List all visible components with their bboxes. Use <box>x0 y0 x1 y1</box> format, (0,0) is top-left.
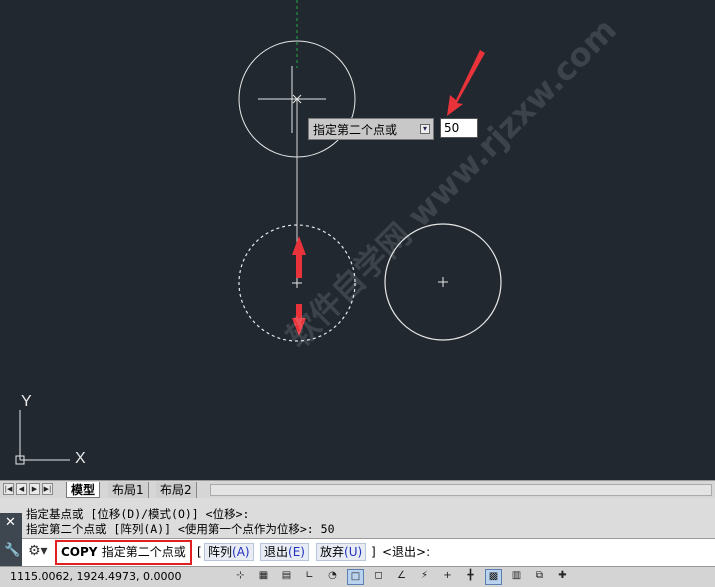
am-toggle[interactable]: ✚ <box>554 569 571 585</box>
dynamic-input-label: 指定第二个点或 <box>313 123 398 137</box>
qp-toggle[interactable]: ▥ <box>508 569 525 585</box>
command-prompt: 指定第二个点或 <box>101 545 186 559</box>
drawing-canvas[interactable]: Y X 软件自学网 www.rjzxw.com 指定第二个点或 ▾ 50 <box>0 0 715 480</box>
coordinate-readout[interactable]: 1115.0062, 1924.4973, 0.0000 <box>10 570 181 583</box>
wrench-icon[interactable]: 🔧 <box>4 543 20 558</box>
last-tab-icon[interactable]: ▶| <box>42 483 53 495</box>
first-tab-icon[interactable]: |◀ <box>3 483 14 495</box>
options-open-bracket: [ <box>197 545 202 559</box>
ducs-toggle[interactable]: ⚡ <box>416 569 433 585</box>
infer-constraints-toggle[interactable]: ⊹ <box>232 569 249 585</box>
3dosnap-toggle[interactable]: ◻ <box>370 569 387 585</box>
sc-toggle[interactable]: ⧉ <box>531 569 548 585</box>
command-window: ✕ 🔧 指定基点或 [位移(D)/模式(O)] <位移>: 指定第二个点或 [阵… <box>0 498 715 566</box>
prev-tab-icon[interactable]: ◀ <box>16 483 27 495</box>
polar-toggle[interactable]: ◔ <box>324 569 341 585</box>
current-command-highlight: COPY 指定第二个点或 <box>55 540 192 565</box>
red-arrow-input <box>447 50 485 116</box>
otrack-toggle[interactable]: ∠ <box>393 569 410 585</box>
ortho-toggle[interactable]: ∟ <box>301 569 318 585</box>
tab-layout2[interactable]: 布局2 <box>156 482 197 498</box>
status-bar: 1115.0062, 1924.4973, 0.0000 ⊹ ▦ ▤ ∟ ◔ □ ◻ ∠ ⚡ + ╋… <box>0 566 715 587</box>
tab-layout1[interactable]: 布局1 <box>108 482 149 498</box>
command-history-line: 指定基点或 [位移(D)/模式(O)] <位移>: <box>26 507 250 521</box>
close-icon[interactable]: ✕ <box>5 515 16 530</box>
ucs-x-label: X <box>75 450 86 467</box>
chevron-down-icon[interactable]: ▾ <box>420 124 430 134</box>
tpy-toggle[interactable]: ▩ <box>485 569 502 585</box>
dynamic-input-field[interactable]: 50 <box>440 118 478 138</box>
lwt-toggle[interactable]: ╋ <box>462 569 479 585</box>
command-history-line: 指定第二个点或 [阵列(A)] <使用第一个点作为位移>: 50 <box>26 522 335 536</box>
red-arrow-up <box>292 236 306 278</box>
option-array[interactable]: 阵列(A) <box>204 543 254 561</box>
command-icon[interactable]: ⚙▾ <box>28 543 48 559</box>
option-undo[interactable]: 放弃(U) <box>316 543 367 561</box>
default-option: <退出>: <box>382 545 431 559</box>
snap-toggle[interactable]: ▦ <box>255 569 272 585</box>
layout-tab-bar: |◀ ◀ ▶ ▶| 模型 布局1 布局2 <box>0 480 715 498</box>
options-close-bracket: ] <box>371 545 376 559</box>
tab-model[interactable]: 模型 <box>66 482 101 498</box>
osnap-toggle[interactable]: □ <box>347 569 364 585</box>
canvas-drawing: Y X 软件自学网 www.rjzxw.com <box>15 0 624 467</box>
command-window-handle[interactable]: ✕ 🔧 <box>0 513 22 566</box>
grid-toggle[interactable]: ▤ <box>278 569 295 585</box>
dyn-toggle[interactable]: + <box>439 569 456 585</box>
command-name: COPY <box>61 545 98 559</box>
next-tab-icon[interactable]: ▶ <box>29 483 40 495</box>
ucs-y-label: Y <box>21 393 32 410</box>
option-exit[interactable]: 退出(E) <box>260 543 309 561</box>
dynamic-input-prompt: 指定第二个点或 ▾ <box>308 118 434 140</box>
horizontal-scrollbar[interactable] <box>210 484 712 496</box>
command-line[interactable]: ⚙▾ COPY 指定第二个点或 [ 阵列(A) 退出(E) 放弃(U) ] <退… <box>22 538 715 566</box>
watermark: 软件自学网 www.rjzxw.com <box>279 11 624 356</box>
